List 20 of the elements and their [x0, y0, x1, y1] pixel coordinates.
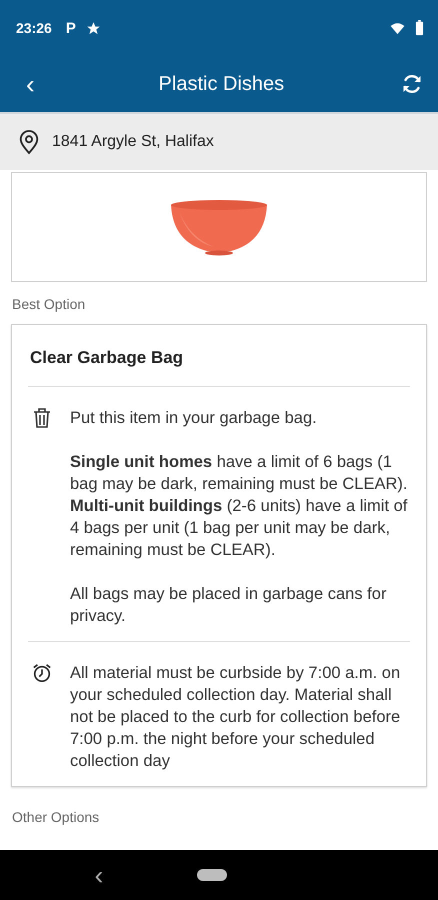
- nav-back-button[interactable]: ‹: [90, 862, 108, 888]
- page-title: Plastic Dishes: [158, 72, 286, 96]
- instruction-paragraph: All material must be curbside by 7:00 a.m. on your scheduled collection day. Material shall not be placed to the curb for collection before 7:00 p.m. the night before your scheduled collection day: [70, 663, 402, 772]
- wifi-icon: [390, 20, 405, 36]
- section-heading: Other Options: [12, 809, 100, 825]
- option-title: Clear Garbage Bag: [28, 325, 410, 387]
- back-button[interactable]: ‹: [18, 71, 43, 97]
- home-pill[interactable]: [197, 869, 228, 881]
- alarm-clock-icon: [32, 662, 52, 684]
- status-time: 23:26: [16, 20, 52, 36]
- battery-icon: [415, 20, 424, 36]
- trash-icon: [32, 407, 52, 429]
- star-icon: [86, 20, 101, 36]
- address-text: 1841 Argyle St, Halifax: [52, 133, 214, 151]
- instruction-paragraph: Put this item in your garbage bag.: [70, 408, 318, 429]
- instruction-paragraph: All bags may be placed in garbage cans for privacy.: [70, 584, 388, 627]
- section-heading: Best Option: [12, 296, 86, 312]
- notification-letter: P: [66, 20, 76, 36]
- location-pin-icon: [18, 129, 40, 155]
- instruction-paragraph: Single unit homes have a limit of 6 bags (1 bag may be dark, remaining must be CLEAR). Multi-unit buildings (2-6 units) have a limit of 4 bags per unit (1 bag per unit may be dark, remaining must be CLEAR).: [70, 452, 408, 561]
